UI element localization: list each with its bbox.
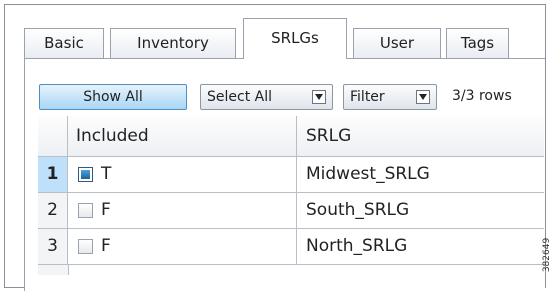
rows-count: 3/3 rows — [452, 88, 512, 104]
figure-id-text: 382649 — [542, 237, 553, 273]
tab-tags[interactable]: Tags — [446, 28, 509, 58]
filter-label: Filter — [350, 89, 385, 105]
chevron-down-icon[interactable] — [416, 90, 430, 104]
row-number[interactable]: 1 — [38, 157, 68, 193]
srlg-cell[interactable]: North_SRLG — [297, 229, 544, 265]
row-number[interactable]: 2 — [38, 193, 68, 229]
column-header-included[interactable]: Included — [68, 116, 297, 157]
included-checkbox[interactable] — [78, 239, 93, 254]
table-row[interactable]: 3 F North_SRLG — [38, 229, 544, 265]
table-row[interactable]: 1 T Midwest_SRLG — [38, 157, 544, 193]
table-corner-header[interactable] — [38, 116, 68, 157]
included-value: F — [101, 200, 111, 220]
included-cell[interactable]: F — [68, 193, 297, 229]
row-number[interactable]: 3 — [38, 229, 68, 265]
row-header-stub — [38, 265, 69, 275]
tab-srlgs[interactable]: SRLGs — [243, 18, 347, 59]
column-header-srlg[interactable]: SRLG — [297, 116, 544, 157]
included-value: F — [101, 236, 111, 256]
figure-id: 382649 — [538, 236, 552, 276]
table-row[interactable]: 2 F South_SRLG — [38, 193, 544, 229]
included-cell[interactable]: F — [68, 229, 297, 265]
srlg-table: Included SRLG 1 T Midwest_SRLG 2 F South… — [38, 116, 544, 290]
chevron-down-icon[interactable] — [312, 90, 326, 104]
show-all-button[interactable]: Show All — [39, 84, 187, 110]
filter-button[interactable]: Filter — [343, 84, 437, 110]
srlg-cell[interactable]: Midwest_SRLG — [297, 157, 544, 193]
tab-user[interactable]: User — [353, 28, 441, 58]
select-all-label: Select All — [207, 89, 272, 105]
included-value: T — [101, 164, 112, 184]
included-cell[interactable]: T — [68, 157, 297, 193]
tab-basic[interactable]: Basic — [24, 28, 104, 58]
select-all-button[interactable]: Select All — [200, 84, 333, 110]
included-checkbox[interactable] — [78, 203, 93, 218]
tab-inventory[interactable]: Inventory — [110, 28, 236, 58]
srlg-cell[interactable]: South_SRLG — [297, 193, 544, 229]
included-checkbox[interactable] — [78, 167, 93, 182]
